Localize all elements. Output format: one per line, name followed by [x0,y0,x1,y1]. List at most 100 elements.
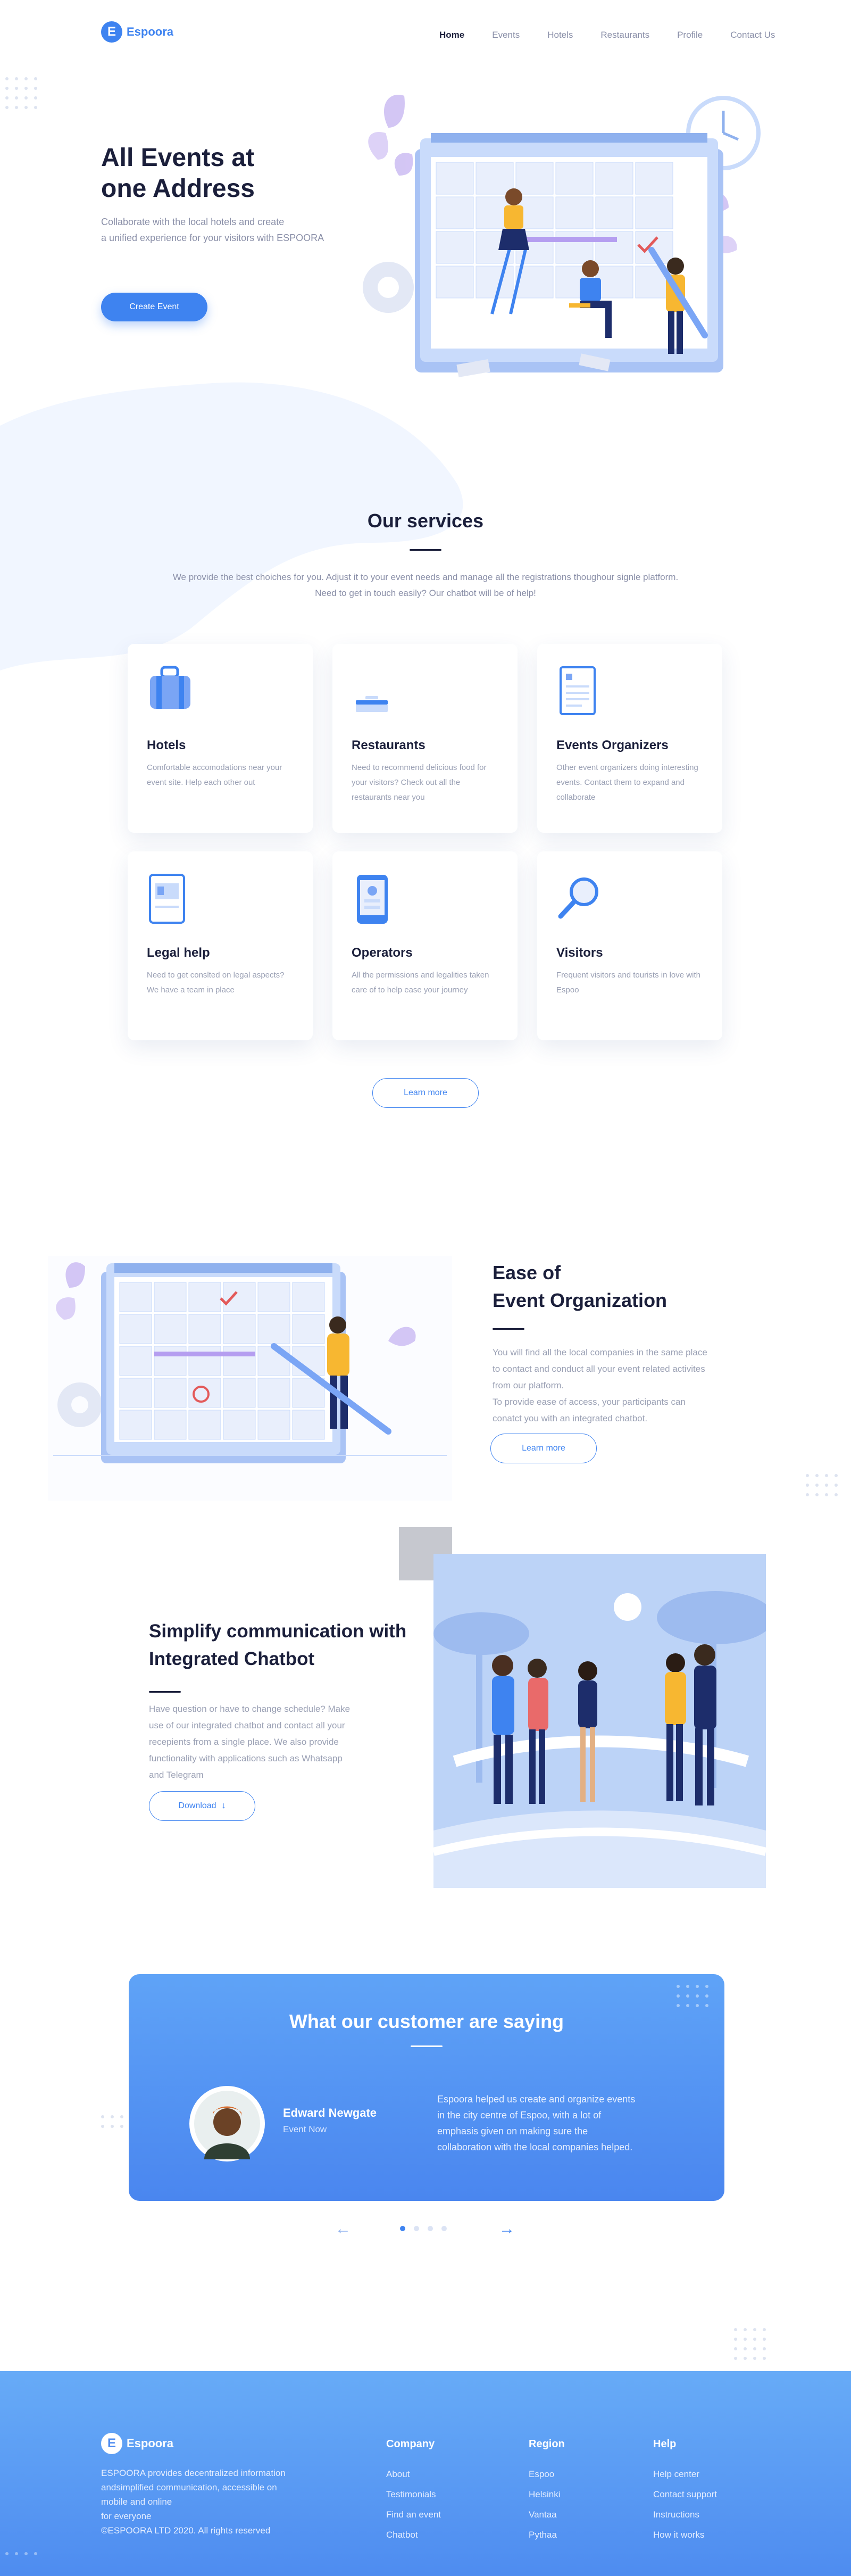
footer-link-pythaa[interactable]: Pythaa [529,2525,565,2545]
dining-tray-icon [356,696,388,712]
service-card-title: Restaurants [352,738,426,752]
nav-profile[interactable]: Profile [677,30,703,40]
decor-dots-testimonial [101,2115,133,2128]
create-event-button[interactable]: Create Event [101,293,207,321]
carousel-pager [400,2226,447,2231]
service-card-title: Legal help [147,946,210,960]
service-card-title: Hotels [147,738,186,752]
brand-logo[interactable]: E Espoora [101,21,173,43]
decor-dots-hero [5,77,37,109]
service-card-title: Events Organizers [556,738,669,752]
logo-text: Espoora [127,25,174,38]
service-card-legal-help[interactable]: Legal help Need to get conslted on legal… [128,851,313,1040]
footer-column-title: Region [529,2438,565,2450]
download-label: Download [178,1801,216,1810]
footer-column-company: Company About Testimonials Find an event… [386,2438,441,2545]
pager-dot[interactable] [414,2226,419,2231]
document-icon [560,666,596,715]
decor-dots-bottom-right [734,2328,766,2360]
pager-dot[interactable] [400,2226,405,2231]
chatbot-people-illustration [433,1554,766,1888]
footer-link-espoo[interactable]: Espoo [529,2464,565,2484]
carousel-prev-arrow-icon[interactable]: ← [335,2220,351,2238]
footer-link-testimonials[interactable]: Testimonials [386,2484,441,2505]
service-card-text: Comfortable accomodations near your even… [147,763,282,787]
testimonial-card: What our customer are saying Edward Newg… [129,1974,724,2201]
pager-dot[interactable] [428,2226,433,2231]
service-card-visitors[interactable]: Visitors Frequent visitors and tourists … [537,851,722,1040]
services-learn-more-button[interactable]: Learn more [372,1078,479,1108]
footer-link-contact-support[interactable]: Contact support [653,2484,717,2505]
service-card-events-organizers[interactable]: Events Organizers Other event organizers… [537,644,722,833]
chatbot-title-underline [149,1691,181,1693]
footer-brand-logo[interactable]: E Espoora [101,2433,173,2454]
service-card-restaurants[interactable]: Restaurants Need to recommend delicious … [332,644,518,833]
footer-link-help-center[interactable]: Help center [653,2464,717,2484]
hero-title: All Events at one Address [101,144,255,203]
footer: E Espoora ESPOORA provides decentralized… [0,2371,851,2576]
id-card-icon [149,874,185,924]
service-card-operators[interactable]: Operators All the permissions and legali… [332,851,518,1040]
testimonial-author-role: Event Now [283,2124,327,2134]
service-card-text: All the permissions and legalities taken… [352,971,489,995]
ease-title: Ease of Event Organization [493,1262,668,1311]
decor-dots-testimonial-card [677,1985,708,2007]
decor-dots-footer [5,2552,37,2555]
testimonial-author-name: Edward Newgate [283,2106,377,2119]
logo-badge: E [101,21,122,43]
calendar-rings [431,133,707,143]
nav-hotels[interactable]: Hotels [547,30,573,40]
footer-link-helsinki[interactable]: Helsinki [529,2484,565,2505]
service-card-hotels[interactable]: Hotels Comfortable accomodations near yo… [128,644,313,833]
ease-text: You will find all the local companies in… [493,1347,707,1423]
services-intro: We provide the best choiches for you. Ad… [172,572,679,598]
logo-badge: E [101,2433,122,2454]
services-title: Our services [367,510,484,532]
nav-events[interactable]: Events [492,30,520,40]
hero-subtitle: Collaborate with the local hotels and cr… [101,217,324,243]
footer-column-region: Region Espoo Helsinki Vantaa Pythaa [529,2438,565,2545]
nav-restaurants[interactable]: Restaurants [600,30,649,40]
service-card-title: Visitors [556,946,603,960]
chatbot-text: Have question or have to change schedule… [149,1704,351,1780]
footer-link-how-it-works[interactable]: How it works [653,2525,717,2545]
top-nav: Home Events Hotels Restaurants Profile C… [439,30,775,40]
testimonial-quote: Espoora helped us create and organize ev… [437,2094,636,2152]
decor-dots-ease [806,1474,838,1496]
footer-link-about[interactable]: About [386,2464,441,2484]
nav-contact-us[interactable]: Contact Us [730,30,775,40]
logo-text: Espoora [127,2437,174,2450]
footer-description: ESPOORA provides decentralized informati… [101,2468,286,2536]
suitcase-icon [150,666,190,709]
gear-icon [57,1382,102,1427]
services-title-underline [410,549,441,551]
testimonial-title-underline [411,2045,443,2047]
chatbot-download-button[interactable]: Download ↓ [149,1791,255,1821]
magnifier-icon [558,877,598,919]
footer-link-find-event[interactable]: Find an event [386,2505,441,2525]
avatar [189,2086,265,2161]
service-card-title: Operators [352,946,413,960]
footer-link-chatbot[interactable]: Chatbot [386,2525,441,2545]
ease-learn-more-button[interactable]: Learn more [490,1434,597,1463]
footer-column-title: Help [653,2438,677,2450]
arrow-down-icon: ↓ [221,1801,226,1810]
ease-calendar-illustration [48,1256,452,1501]
service-card-text: Frequent visitors and tourists in love w… [556,971,700,995]
pager-dot[interactable] [441,2226,447,2231]
nav-home[interactable]: Home [439,30,464,40]
service-card-text: Need to get conslted on legal aspects? W… [147,971,285,995]
testimonial-title: What our customer are saying [289,2010,564,2032]
carousel-next-arrow-icon[interactable]: → [499,2220,515,2238]
hero-calendar-illustration [363,95,761,378]
gear-icon [363,262,414,313]
phone-icon [357,875,388,924]
footer-link-vantaa[interactable]: Vantaa [529,2505,565,2525]
footer-column-title: Company [386,2438,435,2450]
footer-column-help: Help Help center Contact support Instruc… [653,2438,717,2545]
footer-link-instructions[interactable]: Instructions [653,2505,717,2525]
chatbot-title: Simplify communication with Integrated C… [149,1621,407,1669]
ease-title-underline [493,1328,524,1330]
service-card-text: Other event organizers doing interesting… [556,763,698,802]
service-card-text: Need to recommend delicious food for you… [352,763,487,802]
